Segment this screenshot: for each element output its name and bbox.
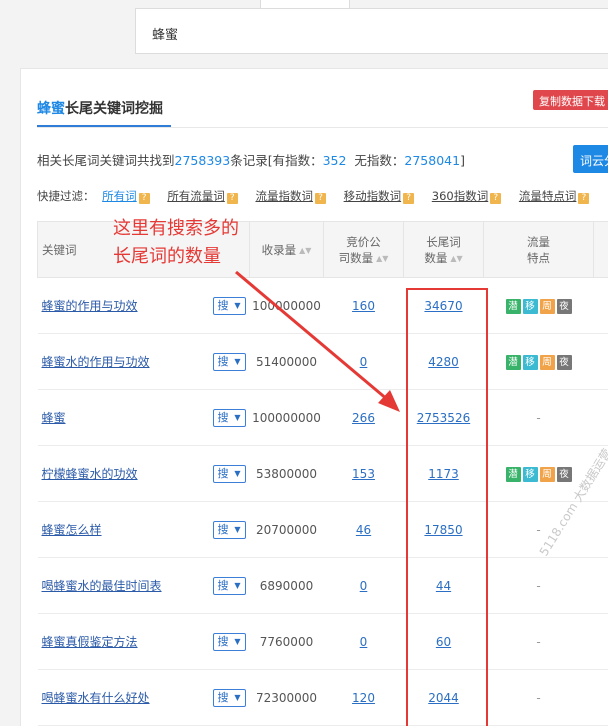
annotation-arrow-icon [235,270,400,412]
annotation-text: 这里有搜索多的 长尾词的数量 [113,218,239,267]
